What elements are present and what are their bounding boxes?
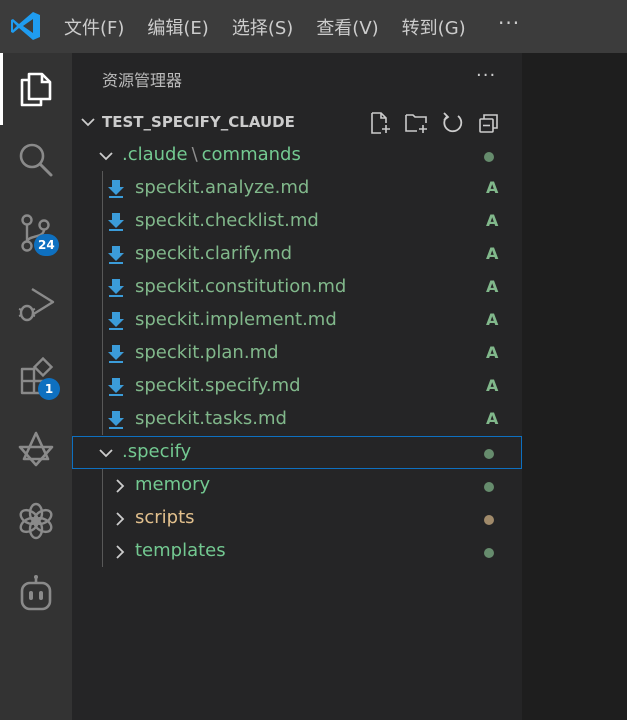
git-status-added: A bbox=[486, 343, 499, 362]
explorer-actions bbox=[368, 111, 512, 135]
file-name: speckit.checklist.md bbox=[135, 210, 319, 231]
menu-edit[interactable]: 编辑(E) bbox=[147, 14, 208, 40]
menu-bar: 文件(F) 编辑(E) 选择(S) 查看(V) 转到(G) bbox=[64, 0, 489, 53]
git-status-added: A bbox=[486, 178, 499, 197]
folder-status-dot bbox=[484, 515, 494, 525]
folder-status-dot bbox=[484, 548, 494, 558]
folder-name: scripts bbox=[135, 507, 195, 528]
file-name: speckit.specify.md bbox=[135, 375, 301, 396]
search-icon bbox=[19, 143, 53, 177]
tree-file[interactable]: speckit.tasks.md A bbox=[72, 403, 522, 436]
folder-status-dot bbox=[484, 449, 494, 459]
menu-more-icon[interactable]: ··· bbox=[498, 11, 520, 35]
folder-status-dot bbox=[484, 482, 494, 492]
download-arrow-icon bbox=[108, 279, 124, 297]
git-status-added: A bbox=[486, 244, 499, 263]
new-folder-icon bbox=[405, 114, 427, 133]
download-arrow-icon bbox=[108, 345, 124, 363]
file-name: speckit.clarify.md bbox=[135, 243, 293, 264]
activity-copilot[interactable] bbox=[0, 557, 72, 629]
chevron-down-icon bbox=[99, 449, 113, 458]
activity-bar: 24 1 bbox=[0, 53, 72, 720]
chevron-down-icon bbox=[81, 118, 95, 127]
title-bar: 文件(F) 编辑(E) 选择(S) 查看(V) 转到(G) ··· bbox=[0, 0, 627, 53]
activity-explorer[interactable] bbox=[0, 53, 72, 125]
folder-path: .claude \ commands bbox=[122, 144, 301, 165]
chevron-right-icon bbox=[116, 479, 125, 493]
chevron-right-icon bbox=[116, 545, 125, 559]
copilot-icon bbox=[20, 575, 52, 611]
folder-specify-label: .specify bbox=[122, 441, 192, 462]
menu-select[interactable]: 选择(S) bbox=[232, 14, 293, 40]
activity-claude[interactable] bbox=[0, 413, 72, 485]
file-name: speckit.implement.md bbox=[135, 309, 337, 330]
activity-extensions[interactable]: 1 bbox=[0, 341, 72, 413]
tree-file[interactable]: speckit.analyze.md A bbox=[72, 172, 522, 205]
workspace-title: TEST_SPECIFY_CLAUDE bbox=[102, 113, 295, 131]
git-status-added: A bbox=[486, 277, 499, 296]
new-folder-action[interactable] bbox=[404, 111, 440, 135]
claude-icon bbox=[18, 431, 54, 467]
tree-file[interactable]: speckit.implement.md A bbox=[72, 304, 522, 337]
file-name: speckit.analyze.md bbox=[135, 177, 310, 198]
git-status-added: A bbox=[486, 376, 499, 395]
activity-chatgpt[interactable] bbox=[0, 485, 72, 557]
download-arrow-icon bbox=[108, 411, 124, 429]
folder-status-dot bbox=[484, 152, 494, 162]
tree-folder-claude-commands[interactable]: .claude \ commands bbox=[72, 139, 522, 172]
chevron-down-icon bbox=[99, 152, 113, 161]
git-status-added: A bbox=[486, 211, 499, 230]
tree-folder-templates[interactable]: templates bbox=[72, 535, 522, 568]
file-name: speckit.plan.md bbox=[135, 342, 279, 363]
new-file-action[interactable] bbox=[368, 111, 404, 135]
menu-goto[interactable]: 转到(G) bbox=[402, 14, 466, 40]
activity-run-debug[interactable] bbox=[0, 269, 72, 341]
download-arrow-icon bbox=[108, 246, 124, 264]
files-icon bbox=[20, 72, 52, 107]
folder-name: templates bbox=[135, 540, 226, 561]
extensions-badge: 1 bbox=[38, 378, 60, 400]
download-arrow-icon bbox=[108, 213, 124, 231]
tree-file[interactable]: speckit.specify.md A bbox=[72, 370, 522, 403]
tree-file[interactable]: speckit.constitution.md A bbox=[72, 271, 522, 304]
source-control-badge: 24 bbox=[34, 234, 59, 256]
explorer-sidebar: 资源管理器 ··· TEST_SPECIFY_CLAUDE .claude \ … bbox=[72, 53, 522, 720]
folder-name: memory bbox=[135, 474, 211, 495]
menu-view[interactable]: 查看(V) bbox=[316, 14, 378, 40]
folder-claude-label: .claude bbox=[122, 144, 188, 165]
menu-file[interactable]: 文件(F) bbox=[64, 14, 124, 40]
git-status-added: A bbox=[486, 409, 499, 428]
vscode-logo-icon[interactable] bbox=[9, 10, 43, 42]
explorer-more-icon[interactable]: ··· bbox=[476, 65, 496, 86]
file-name: speckit.tasks.md bbox=[135, 408, 287, 429]
run-debug-icon bbox=[18, 287, 55, 322]
collapse-all-icon bbox=[479, 114, 498, 133]
git-status-added: A bbox=[486, 310, 499, 329]
download-arrow-icon bbox=[108, 378, 124, 396]
tree-folder-specify[interactable]: .specify bbox=[72, 436, 522, 469]
activity-search[interactable] bbox=[0, 125, 72, 197]
chevron-right-icon bbox=[116, 512, 125, 526]
editor-area[interactable] bbox=[522, 53, 627, 720]
tree-file[interactable]: speckit.checklist.md A bbox=[72, 205, 522, 238]
refresh-icon bbox=[443, 112, 463, 133]
download-arrow-icon bbox=[108, 312, 124, 330]
tree-file[interactable]: speckit.plan.md A bbox=[72, 337, 522, 370]
tree-file[interactable]: speckit.clarify.md A bbox=[72, 238, 522, 271]
path-separator: \ bbox=[191, 144, 198, 165]
file-name: speckit.constitution.md bbox=[135, 276, 347, 297]
tree-folder-scripts[interactable]: scripts bbox=[72, 502, 522, 535]
collapse-all-action[interactable] bbox=[476, 111, 512, 135]
refresh-action[interactable] bbox=[440, 111, 476, 135]
explorer-title: 资源管理器 bbox=[102, 71, 183, 90]
openai-icon bbox=[19, 502, 53, 540]
workspace-section-header[interactable]: TEST_SPECIFY_CLAUDE bbox=[72, 106, 522, 139]
download-arrow-icon bbox=[108, 180, 124, 198]
tree-folder-memory[interactable]: memory bbox=[72, 469, 522, 502]
activity-source-control[interactable]: 24 bbox=[0, 197, 72, 269]
new-file-icon bbox=[371, 112, 390, 134]
folder-commands-label: commands bbox=[201, 144, 301, 165]
